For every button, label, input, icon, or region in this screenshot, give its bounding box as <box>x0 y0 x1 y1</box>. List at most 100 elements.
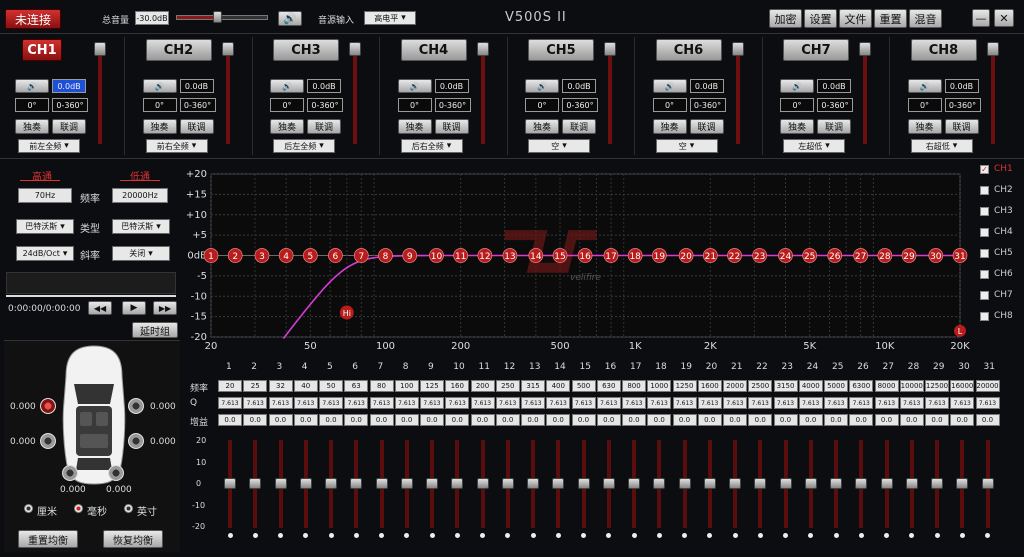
eq-band-gain[interactable]: 0.0 <box>571 414 596 426</box>
eq-band-freq[interactable]: 40 <box>293 380 318 392</box>
eq-band-fader-knob[interactable] <box>703 478 716 489</box>
eq-band-freq[interactable]: 1250 <box>672 380 697 392</box>
eq-band-fader-knob[interactable] <box>552 478 565 489</box>
channel-phase-1[interactable]: 0° <box>15 98 49 112</box>
player-track[interactable] <box>6 295 176 297</box>
eq-band-freq[interactable]: 100 <box>394 380 419 392</box>
channel-checkbox-2[interactable] <box>980 186 989 195</box>
eq-band-gain[interactable]: 0.0 <box>268 414 293 426</box>
player-progress[interactable] <box>6 272 176 294</box>
reset-eq-button[interactable]: 重置均衡 <box>18 530 78 548</box>
eq-band-q[interactable]: 7.613 <box>899 397 924 409</box>
master-volume-slider[interactable] <box>176 11 268 23</box>
channel-mute-6[interactable]: 🔊 <box>652 79 687 93</box>
highpass-slope-select[interactable]: 24dB/Oct <box>16 246 74 261</box>
channel-phase-6[interactable]: 0° <box>652 98 687 112</box>
eq-band-gain[interactable]: 0.0 <box>218 414 242 426</box>
channel-mute-7[interactable]: 🔊 <box>780 79 814 93</box>
eq-band-fader-knob[interactable] <box>299 478 312 489</box>
channel-mute-4[interactable]: 🔊 <box>397 79 432 93</box>
eq-band-q[interactable]: 7.613 <box>445 397 470 409</box>
eq-band-gain[interactable]: 0.0 <box>950 414 975 426</box>
eq-band-freq[interactable]: 630 <box>596 380 621 392</box>
eq-band-q[interactable]: 7.613 <box>647 397 672 409</box>
eq-band-q[interactable]: 7.613 <box>773 397 798 409</box>
source-input-select[interactable]: 高电平 <box>364 11 416 25</box>
channel-position-7[interactable]: 左超低 <box>783 139 845 153</box>
top-button-0[interactable]: 加密 <box>769 9 802 28</box>
eq-band-q[interactable]: 7.613 <box>369 397 394 409</box>
channel-phase-4[interactable]: 0° <box>397 98 432 112</box>
eq-band-q[interactable]: 7.613 <box>874 397 899 409</box>
eq-band-q[interactable]: 7.613 <box>622 397 646 409</box>
eq-band-freq[interactable]: 1000 <box>647 380 672 392</box>
close-button[interactable]: ✕ <box>994 9 1014 27</box>
eq-band-fader-knob[interactable] <box>931 478 943 489</box>
eq-band-gain[interactable]: 0.0 <box>773 414 798 426</box>
eq-band-q[interactable]: 7.613 <box>697 397 722 409</box>
eq-band-freq[interactable]: 25 <box>243 380 268 392</box>
eq-band-freq[interactable]: 3150 <box>773 380 798 392</box>
channel-phase-2[interactable]: 0° <box>142 98 177 112</box>
channel-checkbox-1[interactable]: ✓ <box>980 165 989 174</box>
eq-band-freq[interactable]: 10000 <box>899 380 924 392</box>
channel-fader-2[interactable] <box>225 50 230 144</box>
eq-band-gain[interactable]: 0.0 <box>925 414 949 426</box>
channel-gain-5[interactable]: 0.0dB <box>562 79 596 93</box>
eq-band-gain[interactable]: 0.0 <box>344 414 369 426</box>
eq-band-freq[interactable]: 500 <box>571 380 596 392</box>
eq-band-fader-knob[interactable] <box>400 478 413 489</box>
channel-fader-4[interactable] <box>480 50 485 144</box>
eq-band-q[interactable]: 7.613 <box>824 397 848 409</box>
eq-band-q[interactable]: 7.613 <box>470 397 495 409</box>
channel-mute-8[interactable]: 🔊 <box>907 79 942 93</box>
channel-link-6[interactable]: 联调 <box>689 119 724 134</box>
eq-band-gain[interactable]: 0.0 <box>369 414 394 426</box>
channel-checkbox-5[interactable] <box>980 249 989 258</box>
eq-band-fader-knob[interactable] <box>981 478 994 489</box>
eq-band-fader-knob[interactable] <box>602 478 615 489</box>
eq-band-gain[interactable]: 0.0 <box>798 414 823 426</box>
channel-select-7[interactable]: CH7 <box>783 39 849 61</box>
channel-fader-knob-4[interactable] <box>476 42 489 56</box>
channel-fader-7[interactable] <box>863 50 867 144</box>
eq-band-gain[interactable]: 0.0 <box>697 414 722 426</box>
top-button-3[interactable]: 重置 <box>874 9 907 28</box>
eq-band-q[interactable]: 7.613 <box>596 397 621 409</box>
eq-band-gain[interactable]: 0.0 <box>420 414 444 426</box>
eq-band-gain[interactable]: 0.0 <box>521 414 545 426</box>
channel-solo-8[interactable]: 独奏 <box>907 119 942 134</box>
eq-band-fader-knob[interactable] <box>779 478 792 489</box>
speaker-sub-left[interactable] <box>62 465 78 481</box>
eq-band-q[interactable]: 7.613 <box>243 397 268 409</box>
eq-band-freq[interactable]: 160 <box>445 380 470 392</box>
eq-band-fader-knob[interactable] <box>476 478 489 489</box>
minimize-button[interactable]: — <box>972 9 990 27</box>
eq-band-q[interactable]: 7.613 <box>571 397 596 409</box>
eq-band-fader-knob[interactable] <box>375 478 388 489</box>
eq-band-q[interactable]: 7.613 <box>268 397 293 409</box>
unit-radio-1[interactable] <box>74 504 83 513</box>
channel-fader-knob-1[interactable] <box>94 42 106 56</box>
eq-band-freq[interactable]: 125 <box>420 380 444 392</box>
lowpass-slope-select[interactable]: 关闭 <box>112 246 170 261</box>
eq-band-fader-knob[interactable] <box>653 478 666 489</box>
eq-band-q[interactable]: 7.613 <box>975 397 1000 409</box>
eq-band-gain[interactable]: 0.0 <box>874 414 899 426</box>
channel-gain-6[interactable]: 0.0dB <box>689 79 724 93</box>
eq-band-q[interactable]: 7.613 <box>950 397 975 409</box>
eq-band-gain[interactable]: 0.0 <box>849 414 874 426</box>
channel-gain-4[interactable]: 0.0dB <box>434 79 469 93</box>
eq-band-q[interactable]: 7.613 <box>723 397 747 409</box>
eq-band-fader-knob[interactable] <box>577 478 590 489</box>
channel-delay-2[interactable]: 0-360° <box>179 98 216 112</box>
channel-delay-8[interactable]: 0-360° <box>944 98 981 112</box>
channel-link-7[interactable]: 联调 <box>817 119 851 134</box>
channel-phase-3[interactable]: 0° <box>270 98 304 112</box>
eq-band-q[interactable]: 7.613 <box>798 397 823 409</box>
eq-band-gain[interactable]: 0.0 <box>975 414 1000 426</box>
restore-eq-button[interactable]: 恢复均衡 <box>103 530 163 548</box>
channel-select-3[interactable]: CH3 <box>273 39 339 61</box>
play-button[interactable]: ▶ <box>122 301 146 315</box>
eq-band-fader-knob[interactable] <box>678 478 691 489</box>
